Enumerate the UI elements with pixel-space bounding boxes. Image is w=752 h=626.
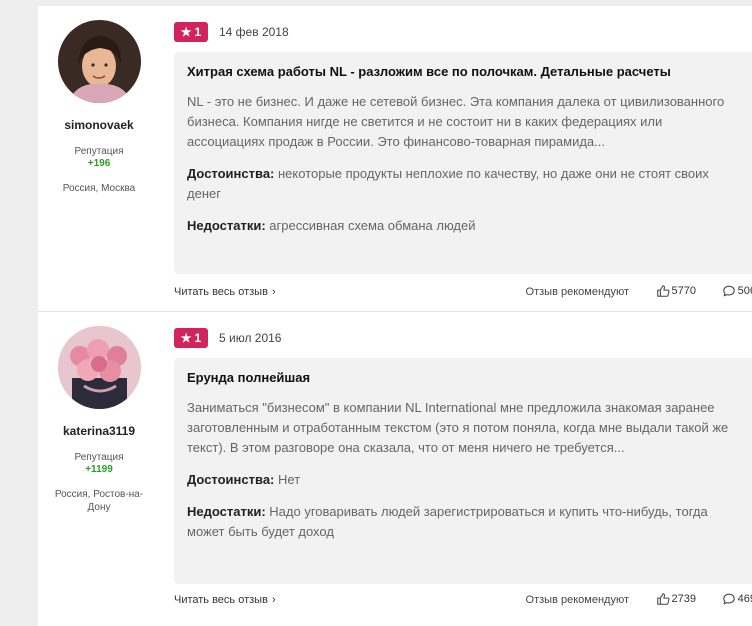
chevron-right-icon: › (271, 594, 276, 606)
review-pros: Достоинства: некоторые продукты неплохие… (187, 164, 743, 204)
review-title[interactable]: Хитрая схема работы NL - разложим все по… (187, 64, 743, 80)
review-text: NL - это не бизнес. И даже не сетевой би… (187, 94, 725, 149)
comments-count: 506 (737, 285, 752, 297)
review-item: katerina3119 Репутация +1199 Россия, Рос… (38, 312, 752, 626)
recommend-label: Отзыв рекомендуют (525, 594, 629, 606)
review-cons: Недостатки: агрессивная схема обмана люд… (187, 216, 743, 236)
review-date: 14 фев 2018 (219, 25, 289, 39)
read-more-link[interactable]: Читать весь отзыв › (174, 286, 276, 298)
pros-text: Нет (274, 472, 301, 487)
comments-count: 469 (737, 593, 752, 605)
comment-icon (722, 285, 735, 297)
read-more-label: Читать весь отзыв (174, 286, 268, 298)
reputation-label: Репутация (74, 452, 124, 463)
username[interactable]: katerina3119 (38, 424, 160, 438)
review-text: Заниматься "бизнесом" в компании NL Inte… (187, 400, 729, 455)
review-card[interactable]: Ерунда полнейшая Заниматься "бизнесом" в… (174, 358, 752, 584)
review-date: 5 июл 2016 (219, 331, 282, 345)
reputation-value: +1199 (85, 464, 113, 475)
rating-badge: ★ 1 (174, 22, 208, 42)
rating-value: 1 (194, 25, 202, 39)
avatar-image (58, 326, 141, 409)
chevron-right-icon: › (271, 286, 276, 298)
review-item: simonovaek Репутация +196 Россия, Москва… (38, 6, 752, 312)
review-pros: Достоинства: Нет (187, 470, 743, 490)
rating-badge: ★ 1 (174, 328, 208, 348)
like-button[interactable]: 5770 (656, 284, 696, 298)
author-location: Россия, Москва (62, 183, 136, 194)
star-icon: ★ (180, 25, 192, 39)
like-button[interactable]: 2739 (656, 592, 696, 606)
cons-label: Недостатки: (187, 218, 266, 233)
recommend-label: Отзыв рекомендуют (525, 286, 629, 298)
cons-label: Недостатки: (187, 504, 266, 519)
review-footer: Читать весь отзыв › Отзыв рекомендуют 273… (174, 592, 752, 610)
avatar[interactable] (58, 20, 141, 103)
read-more-label: Читать весь отзыв (174, 594, 268, 606)
avatar-image (58, 20, 141, 103)
review-cons: Недостатки: Надо уговаривать людей зарег… (187, 502, 743, 542)
cons-text: Надо уговаривать людей зарегистрироватьс… (187, 504, 708, 539)
comments-button[interactable]: 506 (722, 284, 752, 298)
avatar[interactable] (58, 326, 141, 409)
likes-count: 2739 (671, 593, 696, 605)
likes-count: 5770 (671, 285, 696, 297)
star-icon: ★ (180, 331, 192, 345)
reputation-label: Репутация (74, 146, 124, 157)
username[interactable]: simonovaek (38, 118, 160, 132)
review-title[interactable]: Ерунда полнейшая (187, 370, 743, 386)
pros-label: Достоинства: (187, 472, 275, 487)
review-footer: Читать весь отзыв › Отзыв рекомендуют 577… (174, 284, 752, 302)
reputation-value: +196 (87, 158, 111, 169)
review-card[interactable]: Хитрая схема работы NL - разложим все по… (174, 52, 752, 274)
reviews-list: simonovaek Репутация +196 Россия, Москва… (38, 6, 752, 626)
cons-text: агрессивная схема обмана людей (265, 218, 476, 233)
thumbs-up-icon (656, 285, 670, 297)
pros-label: Достоинства: (187, 166, 275, 181)
read-more-link[interactable]: Читать весь отзыв › (174, 594, 276, 606)
comment-icon (722, 593, 735, 605)
thumbs-up-icon (656, 593, 670, 605)
rating-value: 1 (194, 331, 202, 345)
author-location: Россия, Ростов-на-Дону (54, 489, 144, 513)
comments-button[interactable]: 469 (722, 592, 752, 606)
